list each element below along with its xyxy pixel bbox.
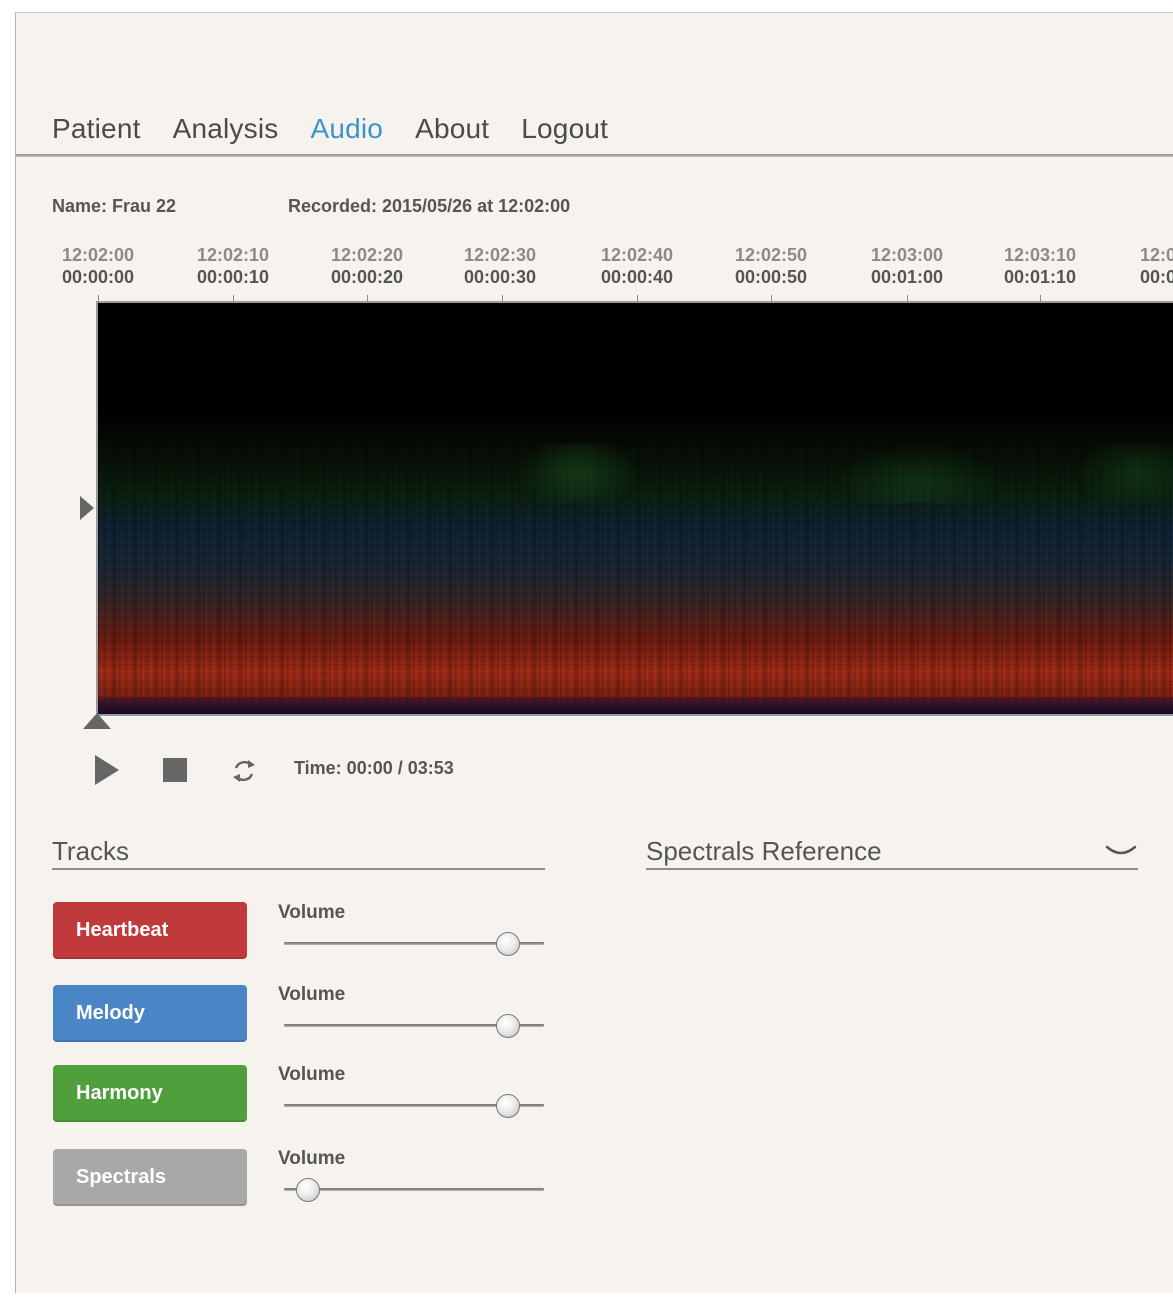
playback-time: Time: 00:00 / 03:53 <box>294 758 454 778</box>
tick-relative-time: 00:00:30 <box>463 267 537 287</box>
main-nav: Patient Analysis Audio About Logout <box>52 113 640 153</box>
tick-clock-time: 12:03:20 <box>1139 245 1173 265</box>
playhead-handle[interactable] <box>83 713 111 729</box>
nav-item-logout[interactable]: Logout <box>521 113 608 153</box>
tracks-title: Tracks <box>52 836 130 866</box>
track-melody-button[interactable]: Melody <box>53 985 247 1042</box>
nav-item-about[interactable]: About <box>415 113 489 153</box>
slider-thumb[interactable] <box>496 932 521 956</box>
play-icon[interactable] <box>95 755 119 785</box>
tick-clock-time: 12:03:10 <box>1003 245 1077 265</box>
track-heartbeat-button[interactable]: Heartbeat <box>53 902 247 959</box>
spectrals-volume-slider[interactable] <box>284 1178 544 1202</box>
frequency-marker-handle[interactable] <box>80 496 94 520</box>
tick-relative-time: 00:01:20 <box>1139 267 1173 287</box>
volume-label: Volume <box>278 1148 346 1169</box>
nav-item-audio[interactable]: Audio <box>310 113 383 153</box>
tick-clock-time: 12:02:10 <box>196 245 270 265</box>
volume-label: Volume <box>278 1064 346 1085</box>
nav-item-analysis[interactable]: Analysis <box>173 113 279 153</box>
tick-relative-time: 00:00:00 <box>61 267 135 287</box>
tick-clock-time: 12:03:00 <box>870 245 944 265</box>
tick-relative-time: 00:00:50 <box>734 267 808 287</box>
loop-icon[interactable] <box>229 756 259 786</box>
tick-clock-time: 12:02:50 <box>734 245 808 265</box>
timeline-tick: 12:02:40 00:00:40 <box>582 244 692 288</box>
tick-relative-time: 00:01:00 <box>870 267 944 287</box>
harmony-volume-slider[interactable] <box>284 1094 544 1118</box>
timeline-tick: 12:02:30 00:00:30 <box>445 244 555 288</box>
slider-thumb[interactable] <box>295 1178 320 1202</box>
tick-clock-time: 12:02:40 <box>600 245 674 265</box>
volume-label: Volume <box>278 902 346 923</box>
tick-clock-time: 12:02:20 <box>330 245 404 265</box>
tick-clock-time: 12:02:30 <box>463 245 537 265</box>
timeline-tick: 12:02:50 00:00:50 <box>716 244 826 288</box>
recorded-date: Recorded: 2015/05/26 at 12:02:00 <box>288 196 571 216</box>
slider-thumb[interactable] <box>496 1014 521 1038</box>
spectrogram-highlights <box>98 443 1173 503</box>
stop-icon[interactable] <box>163 758 187 782</box>
timeline-tick: 12:02:20 00:00:20 <box>312 244 422 288</box>
volume-label: Volume <box>278 984 346 1005</box>
tick-relative-time: 00:00:10 <box>196 267 270 287</box>
app-window: Patient Analysis Audio About Logout Name… <box>15 12 1173 1293</box>
track-harmony-button[interactable]: Harmony <box>53 1065 247 1122</box>
patient-name: Name: Frau 22 <box>52 196 177 216</box>
timeline-tick: 12:02:10 00:00:10 <box>178 244 288 288</box>
nav-item-patient[interactable]: Patient <box>52 113 141 153</box>
melody-volume-slider[interactable] <box>284 1014 544 1038</box>
heartbeat-volume-slider[interactable] <box>284 932 544 956</box>
timeline-tick: 12:03:10 00:01:10 <box>985 244 1095 288</box>
nav-divider <box>16 154 1173 157</box>
spectrogram-bottom-band <box>98 697 1173 714</box>
timeline-tick: 12:03:20 00:01:20 <box>1121 244 1173 288</box>
tick-relative-time: 00:00:40 <box>600 267 674 287</box>
slider-track <box>284 1188 544 1191</box>
track-spectrals-button[interactable]: Spectrals <box>53 1149 247 1206</box>
spectrals-reference-divider <box>646 868 1138 870</box>
slider-thumb[interactable] <box>496 1094 521 1118</box>
timeline-tick: 12:02:00 00:00:00 <box>43 244 153 288</box>
spectrals-reference-title[interactable]: Spectrals Reference <box>646 836 882 867</box>
timeline-tick: 12:03:00 00:01:00 <box>852 244 962 288</box>
tick-clock-time: 12:02:00 <box>61 245 135 265</box>
chevron-down-icon[interactable] <box>1104 841 1138 861</box>
tracks-divider <box>52 868 545 870</box>
tick-relative-time: 00:00:20 <box>330 267 404 287</box>
spectrogram[interactable] <box>96 301 1173 716</box>
tick-relative-time: 00:01:10 <box>1003 267 1077 287</box>
